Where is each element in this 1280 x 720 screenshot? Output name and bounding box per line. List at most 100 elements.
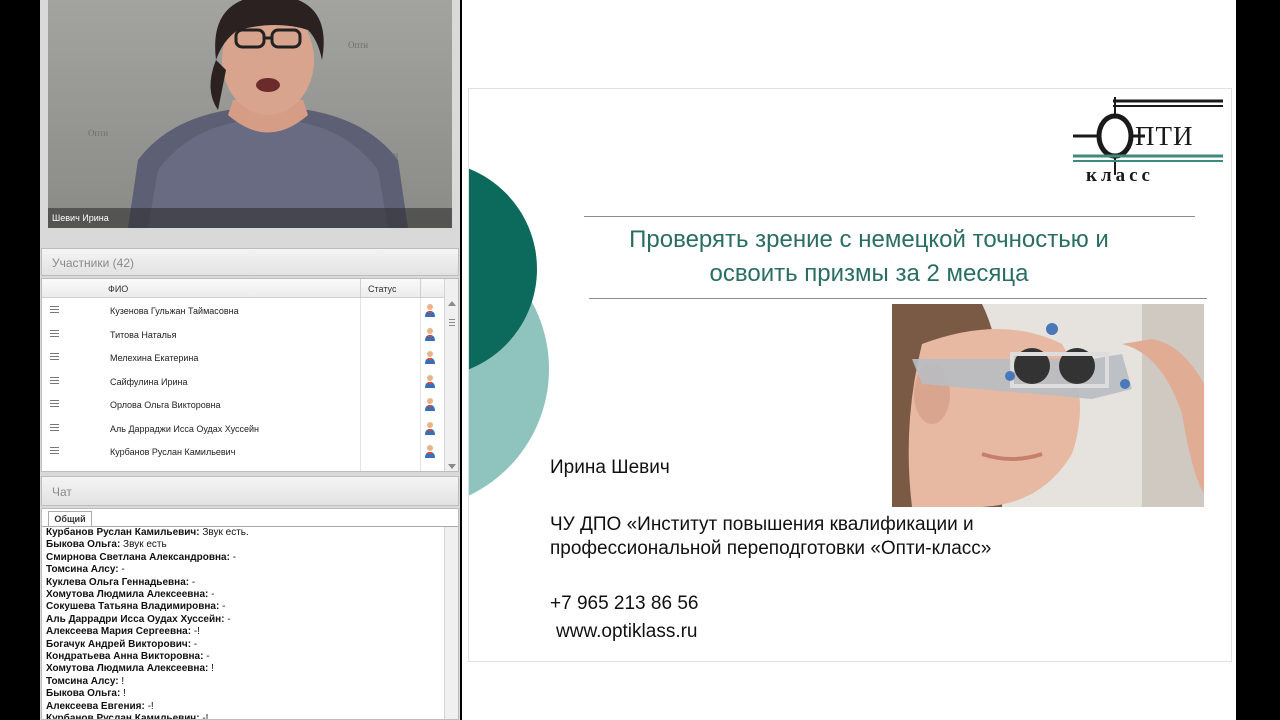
participant-row[interactable]: Курбанов Руслан Камильевич bbox=[42, 439, 458, 463]
participant-name: Сайфулина Ирина bbox=[110, 376, 188, 387]
chat-text: -! bbox=[199, 713, 209, 720]
participant-row[interactable]: Мелехина Екатерина bbox=[42, 345, 458, 369]
user-status-icon bbox=[425, 351, 435, 364]
chat-message: Курбанов Руслан Камильевич: Звук есть. bbox=[46, 527, 436, 539]
video-caption: Шевич Ирина bbox=[48, 208, 452, 228]
chat-message: Богачук Андрей Викторович: - bbox=[46, 639, 436, 651]
chat-scrollbar[interactable] bbox=[444, 527, 458, 719]
chat-text: Звук есть bbox=[120, 539, 167, 551]
organization-line-2: профессиональной переподготовки «Опти-кл… bbox=[550, 538, 992, 559]
chat-messages: Курбанов Руслан Камильевич: Звук есть. Бы… bbox=[46, 527, 436, 720]
organization-line-1: ЧУ ДПО «Институт повышения квалификации … bbox=[550, 514, 974, 535]
participants-scrollbar[interactable] bbox=[444, 279, 458, 471]
chat-text: - bbox=[189, 576, 196, 588]
user-status-icon bbox=[425, 327, 435, 341]
chat-panel: Общий Курбанов Руслан Камильевич: Звук е… bbox=[41, 508, 459, 720]
chat-author: Сокушева Татьяна Владимировна: bbox=[46, 601, 220, 613]
user-status-icon bbox=[425, 374, 435, 388]
row-menu-icon[interactable] bbox=[50, 376, 59, 384]
chat-text: - bbox=[224, 613, 231, 625]
video-feed[interactable]: Опти Опти Опти Шевич Ирина bbox=[48, 0, 452, 228]
chat-text: - bbox=[208, 589, 215, 601]
eye-exam-photo bbox=[892, 304, 1204, 507]
chat-author: Быкова Ольга: bbox=[46, 688, 121, 700]
chat-author: Быкова Ольга: bbox=[46, 539, 121, 551]
chat-message: Быкова Ольга: Звук есть bbox=[46, 539, 436, 551]
chat-text: - bbox=[219, 601, 226, 613]
logo-subtitle: класс bbox=[1086, 165, 1154, 186]
chat-author: Томсина Алсу: bbox=[46, 564, 119, 576]
participant-row[interactable]: Сайфулина Ирина bbox=[42, 369, 458, 393]
participant-name: Орлова Ольга Викторовна bbox=[110, 400, 221, 410]
participant-row[interactable]: Кузенова Гульжан Таймасовна bbox=[42, 298, 458, 322]
chat-message: Быкова Ольга: ! bbox=[46, 688, 436, 700]
chat-author: Кондратьева Анна Викторовна: bbox=[46, 651, 204, 663]
participant-name: Титова Наталья bbox=[110, 329, 177, 340]
presenter-image bbox=[128, 0, 408, 228]
row-menu-icon[interactable] bbox=[50, 353, 59, 360]
webinar-window: Опти Опти Опти Шевич Ирина Участники (42… bbox=[0, 0, 1280, 720]
phone-number: +7 965 213 86 56 bbox=[550, 593, 699, 614]
chat-text: Звук есть. bbox=[199, 527, 249, 538]
chat-header[interactable]: Чат bbox=[41, 476, 459, 506]
slide-title-line-1: Проверять зрение с немецкой точностью и bbox=[629, 226, 1109, 253]
chat-text: ! bbox=[208, 663, 214, 675]
title-rule-bottom bbox=[589, 298, 1207, 299]
chat-message: Кондратьева Анна Викторовна: - bbox=[46, 651, 436, 663]
chat-text: -! bbox=[191, 626, 200, 638]
presentation-slide: ПТИ класс Проверять зрение с немецкой то… bbox=[468, 88, 1232, 662]
chat-message: Сокушева Татьяна Владимировна: - bbox=[46, 601, 436, 613]
chat-message: Алексеева Евгения: -! bbox=[46, 701, 436, 713]
slide-title-line-2: освоить призмы за 2 месяца bbox=[709, 260, 1029, 287]
participant-row[interactable]: Орлова Ольга Викторовна bbox=[42, 392, 458, 416]
website: www.optiklass.ru bbox=[556, 621, 698, 642]
chat-message: Куклева Ольга Геннадьевна: - bbox=[46, 577, 436, 589]
slide-decoration bbox=[469, 168, 549, 496]
column-status[interactable]: Статус bbox=[368, 284, 396, 294]
scroll-thumb[interactable] bbox=[449, 319, 455, 333]
user-status-icon bbox=[425, 421, 435, 435]
participant-name: Мелехина Екатерина bbox=[110, 353, 199, 363]
participant-row[interactable]: Аль Дарраджи Исса Оудах Хуссейн bbox=[42, 416, 458, 440]
chat-author: Алексеева Мария Сергеевна: bbox=[46, 626, 192, 638]
chat-message: Томсина Алсу: ! bbox=[46, 676, 436, 688]
chat-text: ! bbox=[118, 675, 125, 687]
user-status-icon bbox=[425, 398, 435, 411]
chat-author: Курбанов Руслан Камильевич: bbox=[46, 527, 200, 538]
chat-author: Курбанов Руслан Камильевич: bbox=[46, 713, 200, 720]
chat-message: Томсина Алсу: - bbox=[46, 564, 436, 576]
chat-author: Аль Даррадри Исса Оудах Хуссейн: bbox=[46, 613, 225, 625]
row-menu-icon[interactable] bbox=[50, 306, 59, 313]
column-name[interactable]: ФИО bbox=[108, 284, 128, 294]
row-menu-icon[interactable] bbox=[50, 423, 59, 431]
organization: ЧУ ДПО «Институт повышения квалификации … bbox=[550, 513, 991, 561]
scroll-down-icon[interactable] bbox=[448, 464, 456, 469]
speaker-name: Ирина Шевич bbox=[550, 457, 670, 478]
chat-message: Хомутова Людмила Алексеевна: - bbox=[46, 589, 436, 601]
slide-title: Проверять зрение с немецкой точностью и … bbox=[609, 223, 1129, 291]
chat-text: -! bbox=[144, 700, 154, 712]
participants-table-header: ФИО Статус bbox=[42, 279, 458, 298]
chat-message: Хомутова Людмила Алексеевна: ! bbox=[46, 663, 436, 675]
row-menu-icon[interactable] bbox=[50, 400, 59, 407]
chat-author: Куклева Ольга Геннадьевна: bbox=[46, 576, 190, 588]
chat-text: - bbox=[118, 564, 125, 576]
chat-tab-general[interactable]: Общий bbox=[48, 511, 92, 527]
scroll-up-icon[interactable] bbox=[448, 301, 456, 306]
participant-name: Курбанов Руслан Камильевич bbox=[110, 447, 236, 457]
logo-text: ПТИ bbox=[1135, 121, 1194, 151]
chat-message: Аль Даррадри Исса Оудах Хуссейн: - bbox=[46, 614, 436, 626]
row-menu-icon[interactable] bbox=[50, 447, 59, 454]
chat-author: Алексеева Евгения: bbox=[46, 700, 145, 712]
participant-name: Аль Дарраджи Исса Оудах Хуссейн bbox=[110, 423, 260, 434]
participants-header[interactable]: Участники (42) bbox=[41, 248, 459, 276]
chat-text: - bbox=[229, 551, 237, 563]
participants-table: ФИО Статус Кузенова Гульжан Таймасовна Ти… bbox=[41, 278, 459, 472]
chat-author: Томсина Алсу: bbox=[46, 675, 119, 687]
chat-message: Смирнова Светлана Александровна: - bbox=[46, 552, 436, 564]
row-menu-icon[interactable] bbox=[50, 329, 59, 337]
wall-logo: Опти bbox=[88, 128, 109, 138]
chat-author: Хомутова Людмила Алексеевна: bbox=[46, 663, 209, 675]
chat-author: Хомутова Людмила Алексеевна: bbox=[46, 589, 209, 601]
participant-row[interactable]: Титова Наталья bbox=[42, 322, 458, 346]
